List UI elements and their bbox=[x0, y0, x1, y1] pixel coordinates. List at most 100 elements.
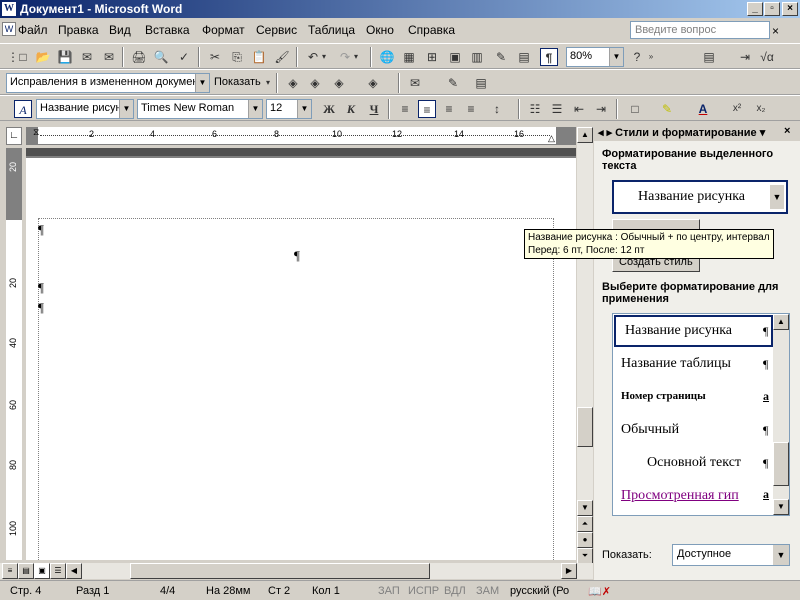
open-icon[interactable]: 📂 bbox=[34, 48, 52, 66]
reject-change-icon[interactable]: ◈ bbox=[364, 74, 382, 92]
copy-icon[interactable]: ⎘ bbox=[228, 48, 246, 66]
print-preview-icon[interactable]: 🔍 bbox=[152, 48, 170, 66]
paste-icon[interactable]: 📋 bbox=[250, 48, 268, 66]
increase-indent-icon[interactable]: ⇥ bbox=[592, 100, 610, 118]
format-painter-icon[interactable]: 🖌 bbox=[273, 48, 291, 66]
redo-dropdown-icon[interactable]: ▾ bbox=[352, 48, 360, 66]
italic-button[interactable]: К bbox=[342, 100, 360, 118]
spelling-status-icon[interactable]: 📖✗ bbox=[588, 585, 611, 598]
current-style-box[interactable]: Название рисунка ▼ bbox=[612, 180, 788, 214]
font-color-icon[interactable]: A bbox=[694, 100, 712, 118]
columns-icon[interactable]: ▥ bbox=[468, 48, 486, 66]
status-record[interactable]: ЗАП bbox=[378, 585, 400, 597]
menu-help[interactable]: Справка bbox=[408, 23, 455, 37]
list-item[interactable]: Основной текст bbox=[647, 455, 741, 471]
tab-selector-icon[interactable]: ∟ bbox=[6, 127, 22, 145]
chevron-down-icon[interactable]: ▾ bbox=[264, 74, 272, 92]
subscript-button[interactable]: x₂ bbox=[752, 100, 770, 118]
print-icon[interactable]: 🖨 bbox=[130, 48, 148, 66]
decrease-indent-icon[interactable]: ⇤ bbox=[570, 100, 588, 118]
menu-view[interactable]: Вид bbox=[109, 23, 131, 37]
close-document-icon[interactable]: × bbox=[772, 24, 779, 38]
tab-icon[interactable]: ⇥ bbox=[736, 48, 754, 66]
status-track-changes[interactable]: ИСПР bbox=[408, 585, 439, 597]
close-button[interactable]: × bbox=[782, 2, 798, 16]
list-item[interactable]: Обычный bbox=[621, 422, 679, 438]
borders-icon[interactable]: □ bbox=[626, 100, 644, 118]
cut-icon[interactable]: ✂ bbox=[206, 48, 224, 66]
new-document-icon[interactable]: □ bbox=[14, 48, 32, 66]
spelling-icon[interactable]: ✓ bbox=[175, 48, 193, 66]
print-view-icon[interactable]: ▣ bbox=[34, 563, 50, 579]
list-item[interactable]: Просмотренная гип bbox=[621, 488, 739, 504]
browse-object-icon[interactable]: ● bbox=[577, 532, 593, 548]
paragraph-mark[interactable]: ¶ bbox=[38, 300, 44, 316]
menu-tools[interactable]: Сервис bbox=[256, 23, 297, 37]
scroll-left-icon[interactable]: ◀ bbox=[66, 563, 82, 579]
chevron-down-icon[interactable]: ▾ bbox=[760, 127, 766, 139]
vertical-ruler[interactable]: 20 20 40 60 80 100 bbox=[6, 148, 22, 560]
research-icon[interactable]: ▤ bbox=[700, 48, 718, 66]
show-markup-button[interactable]: Показать bbox=[214, 76, 261, 88]
next-page-icon[interactable]: ⏷ bbox=[577, 548, 593, 564]
status-overtype[interactable]: ЗАМ bbox=[476, 585, 499, 597]
menu-format[interactable]: Формат bbox=[202, 23, 245, 37]
previous-page-icon[interactable]: ⏶ bbox=[577, 516, 593, 532]
align-left-icon[interactable]: ≡ bbox=[396, 100, 414, 118]
ask-question-input[interactable]: Введите вопрос bbox=[630, 21, 770, 39]
font-select[interactable]: Times New Roman ▼ bbox=[137, 99, 263, 119]
chevron-down-icon[interactable]: ▼ bbox=[773, 545, 789, 565]
chevron-down-icon[interactable]: ▼ bbox=[248, 100, 262, 118]
tables-borders-icon[interactable]: ▦ bbox=[400, 48, 418, 66]
menu-insert[interactable]: Вставка bbox=[145, 23, 190, 37]
right-indent-marker-icon[interactable]: △ bbox=[548, 133, 555, 144]
justify-icon[interactable]: ≡ bbox=[462, 100, 480, 118]
bullets-icon[interactable]: ☰ bbox=[548, 100, 566, 118]
menu-edit[interactable]: Правка bbox=[58, 23, 99, 37]
show-hide-pilcrow-icon[interactable]: ¶ bbox=[540, 48, 558, 66]
chevron-down-icon[interactable]: ▼ bbox=[770, 185, 784, 209]
scroll-thumb[interactable] bbox=[130, 563, 430, 579]
scroll-up-icon[interactable]: ▲ bbox=[577, 127, 593, 143]
insert-table-icon[interactable]: ⊞ bbox=[423, 48, 441, 66]
web-view-icon[interactable]: ▤ bbox=[18, 563, 34, 579]
styles-formatting-icon[interactable]: A bbox=[14, 100, 32, 118]
equation-icon[interactable]: √α bbox=[758, 48, 776, 66]
align-center-icon[interactable]: ≡ bbox=[418, 100, 436, 118]
superscript-button[interactable]: x² bbox=[728, 100, 746, 118]
horizontal-scrollbar[interactable]: ≡ ▤ ▣ ☰ ◀ ▶ bbox=[0, 563, 593, 579]
permission-icon[interactable]: ✉ bbox=[78, 48, 96, 66]
underline-button[interactable]: Ч bbox=[365, 100, 383, 118]
insert-comment-icon[interactable]: ✉ bbox=[406, 74, 424, 92]
pane-back-icon[interactable]: ◂ ▸ bbox=[598, 127, 612, 139]
list-item[interactable]: Название таблицы bbox=[621, 356, 731, 372]
horizontal-ruler[interactable]: ⧖ 2 4 6 8 10 12 14 16 △ bbox=[26, 127, 576, 145]
scroll-down-icon[interactable]: ▼ bbox=[773, 499, 789, 515]
scroll-up-icon[interactable]: ▲ bbox=[773, 314, 789, 330]
chevron-down-icon[interactable]: ▼ bbox=[119, 100, 133, 118]
scroll-right-icon[interactable]: ▶ bbox=[561, 563, 577, 579]
scroll-thumb[interactable] bbox=[577, 407, 593, 447]
numbering-icon[interactable]: ☷ bbox=[526, 100, 544, 118]
outline-view-icon[interactable]: ☰ bbox=[50, 563, 66, 579]
menu-table[interactable]: Таблица bbox=[308, 23, 355, 37]
paragraph-mark[interactable]: ¶ bbox=[38, 280, 44, 296]
email-icon[interactable]: ✉ bbox=[100, 48, 118, 66]
status-extend[interactable]: ВДЛ bbox=[444, 585, 466, 597]
word-app-icon[interactable]: W bbox=[2, 2, 16, 16]
font-size-select[interactable]: 12 ▼ bbox=[266, 99, 312, 119]
line-spacing-icon[interactable]: ↕ bbox=[488, 100, 506, 118]
scroll-down-icon[interactable]: ▼ bbox=[577, 500, 593, 516]
indent-marker-icon[interactable]: ⧖ bbox=[33, 127, 41, 145]
normal-view-icon[interactable]: ≡ bbox=[2, 563, 18, 579]
list-item[interactable]: Название рисунка bbox=[625, 323, 732, 339]
insert-excel-icon[interactable]: ▣ bbox=[446, 48, 464, 66]
show-filter-select[interactable]: Доступное ▼ bbox=[672, 544, 790, 566]
track-changes-icon[interactable]: ✎ bbox=[444, 74, 462, 92]
document-area[interactable]: ¶ ¶ ¶ ¶ bbox=[26, 148, 576, 560]
review-mode-select[interactable]: Исправления в измененном докумен ▼ bbox=[6, 73, 210, 93]
pane-close-icon[interactable]: × bbox=[784, 125, 790, 137]
chevron-down-icon[interactable]: ▼ bbox=[195, 74, 209, 92]
document-icon[interactable]: W bbox=[2, 22, 16, 36]
minimize-button[interactable]: _ bbox=[747, 2, 763, 16]
